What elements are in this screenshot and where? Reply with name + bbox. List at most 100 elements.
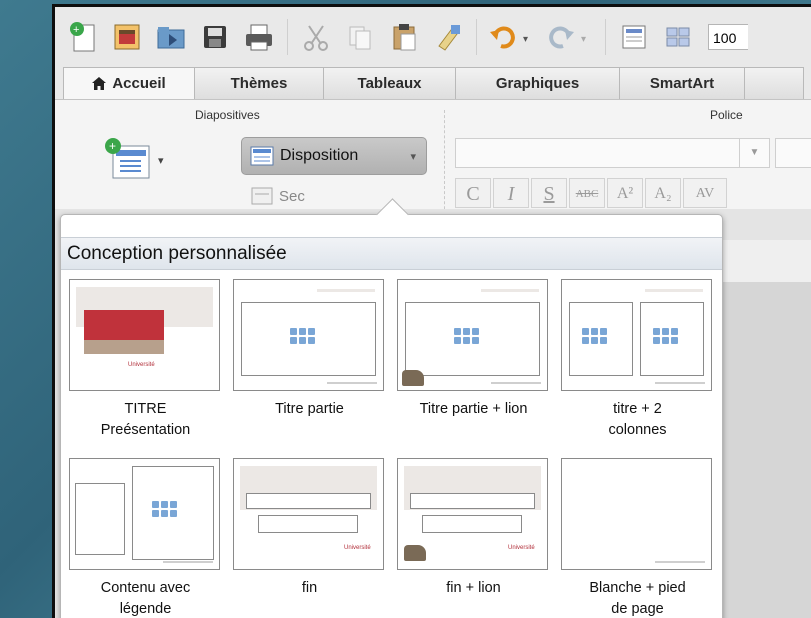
tab-label: SmartArt [649,75,715,92]
layout-button[interactable]: Disposition ▾ [241,137,427,175]
thumb-subtitle-box [258,515,358,533]
copy-icon[interactable] [340,17,380,57]
layout-thumbnail [233,279,384,391]
format-buttons: C I S ABC A² A₂ AV [455,178,727,208]
section-icon [251,187,273,205]
thumb-footer [655,561,705,563]
layout-item[interactable]: Blanche + pied de page [561,458,714,618]
strikethrough-button[interactable]: ABC [569,178,605,208]
layout-item[interactable]: Université fin [233,458,386,599]
thumb-title-box [410,493,535,509]
paste-icon[interactable] [384,17,424,57]
layout-gallery-popup: Conception personnalisée Université TITR… [60,198,723,618]
layout-label: Titre partie + lion [419,401,528,417]
layout-thumbnail: Université [69,279,220,391]
layout-item[interactable]: Université TITRE Preésentation [69,279,222,441]
svg-text:▾: ▾ [581,34,586,45]
home-icon [92,77,107,90]
section-button-label: Sec [279,187,305,205]
sorter-view-icon[interactable] [658,17,698,57]
thumb-footer [327,382,377,384]
new-slide-button[interactable]: + ▾ [103,136,183,186]
thumb-caption-box [75,483,125,555]
underline-button[interactable]: S [531,178,567,208]
open-icon[interactable] [151,17,191,57]
layout-thumbnail [397,279,548,391]
layout-item[interactable]: titre + 2 colonnes [561,279,714,441]
standard-toolbar: + ▾ ▾ 100 [55,7,811,67]
tab-label: Thèmes [230,75,288,92]
tab-more[interactable] [744,67,804,99]
thumb-title-line [645,289,703,292]
layout-thumbnail [561,458,712,570]
tab-graphiques[interactable]: Graphiques [455,67,620,99]
layout-thumbnail [69,458,220,570]
layout-label: Titre partie [275,401,344,417]
group-label-police: Police [710,108,743,122]
layout-label: Contenu avec légende [100,580,191,617]
lion-icon [404,545,426,561]
lion-icon [402,370,424,386]
layout-thumbnail [561,279,712,391]
layout-thumbnail: Université [397,458,548,570]
layout-item[interactable]: Université fin + lion [397,458,550,599]
tab-smartart[interactable]: SmartArt [619,67,745,99]
font-name-field[interactable] [455,138,770,168]
toolbar-separator [605,19,606,55]
italic-button[interactable]: I [493,178,529,208]
ribbon-tabs: Accueil Thèmes Tableaux Graphiques Smart… [55,67,811,99]
zoom-field[interactable]: 100 [708,24,748,50]
university-logo: Université [344,545,371,551]
tab-label: Graphiques [495,75,580,92]
thumb-title-line [481,289,539,292]
tab-label: Accueil [112,75,166,92]
svg-text:+: + [109,139,116,153]
superscript-button[interactable]: A² [607,178,643,208]
svg-text:▾: ▾ [158,155,164,167]
thumb-subtitle-box [422,515,522,533]
layout-button-label: Disposition [280,147,359,164]
slide-view-icon[interactable] [614,17,654,57]
content-placeholder-icon [152,501,177,517]
chevron-down-icon[interactable]: ▼ [739,138,769,168]
new-slide-icon: + ▾ [105,138,164,179]
tab-tableaux[interactable]: Tableaux [323,67,456,99]
svg-text:+: + [73,24,79,36]
toolbar-separator [476,19,477,55]
university-logo: Université [128,362,155,368]
thumb-footer [491,382,541,384]
toolbar-separator [287,19,288,55]
thumb-footer [655,382,705,384]
new-presentation-icon[interactable]: + [63,17,103,57]
app-window: + ▾ ▾ 100 Accueil Thèmes Tableaux Graphi… [52,4,811,618]
format-painter-icon[interactable] [428,17,468,57]
layout-item[interactable]: Titre partie + lion [397,279,550,420]
layout-item[interactable]: Titre partie [233,279,386,420]
subscript-button[interactable]: A₂ [645,178,681,208]
cut-icon[interactable] [296,17,336,57]
university-logo: Université [508,545,535,551]
undo-icon[interactable]: ▾ [485,17,539,57]
thumb-tan-block [84,340,164,354]
layout-label: Blanche + pied de page [589,580,686,617]
content-placeholder-icon [653,328,678,344]
gallery-section-header: Conception personnalisée [61,237,722,270]
character-spacing-button[interactable]: AV [683,178,727,208]
redo-icon[interactable]: ▾ [543,17,597,57]
thumb-title-box [246,493,371,509]
gallery-icon[interactable] [107,17,147,57]
tab-themes[interactable]: Thèmes [194,67,324,99]
print-icon[interactable] [239,17,279,57]
section-button[interactable]: Sec [251,184,341,208]
tab-accueil[interactable]: Accueil [63,67,195,99]
layout-item[interactable]: Contenu avec légende [69,458,222,618]
layout-label: fin + lion [446,580,501,596]
svg-text:▾: ▾ [523,34,528,45]
save-icon[interactable] [195,17,235,57]
layout-label: titre + 2 colonnes [608,401,667,438]
chevron-down-icon: ▾ [410,150,416,163]
font-size-field[interactable] [775,138,811,168]
thumb-red-block [84,310,164,340]
bold-button[interactable]: C [455,178,491,208]
layout-icon [250,146,274,166]
